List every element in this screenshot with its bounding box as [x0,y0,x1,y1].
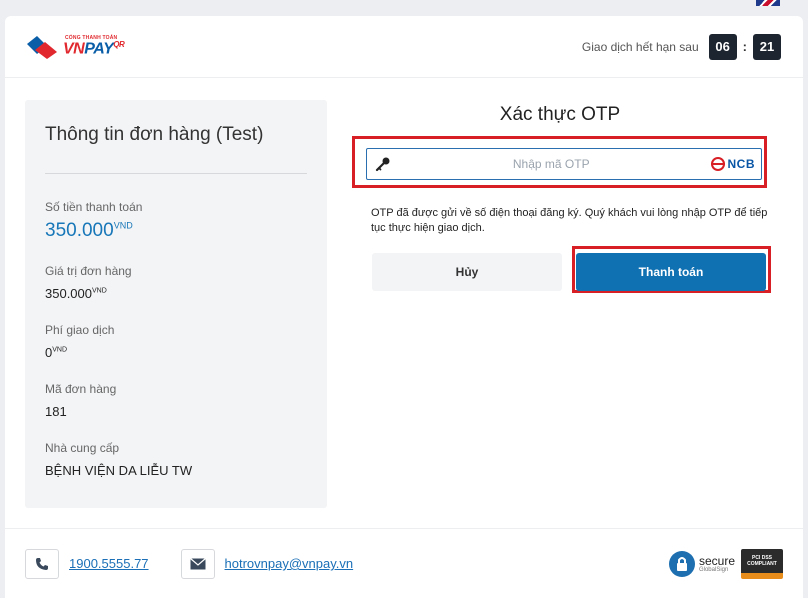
logo-pay: PAY [84,40,114,58]
logo-qr: QR [113,39,125,49]
email-link[interactable]: hotrovnpay@vnpay.vn [225,556,354,571]
fee-value: 0VND [45,345,307,360]
payment-card: CỔNG THANH TOÁN VNPAYQR Giao dịch hết hạ… [5,16,803,598]
pay-button[interactable]: Thanh toán [576,253,766,291]
ncb-logo-icon [710,157,725,171]
otp-note: OTP đã được gửi về số điện thoại đăng ký… [371,207,768,234]
logo-vn: VN [63,40,85,58]
ncb-bank-logo: NCB [710,157,756,171]
phone-contact: 1900.5555.77 [25,548,149,579]
order-value: 350.000VND [45,286,307,301]
globalsign-badge: secure GlobalSign [668,550,735,578]
amount-number: 350.000 [45,220,114,241]
fee-currency: VND [52,346,68,354]
order-divider [45,173,307,174]
timer-separator: : [742,39,747,54]
timer-seconds: 21 [753,33,781,60]
amount-value: 350.000VND [45,220,307,242]
order-value-label: Giá trị đơn hàng [45,264,132,278]
pci-line2: COMPLIANT [747,560,777,567]
logo-wordmark: VNPAYQR [63,39,125,58]
security-badges: secure GlobalSign PCI DSS COMPLIANT [668,548,783,579]
provider-label: Nhà cung cấp [45,441,120,455]
order-value-currency: VND [92,287,107,295]
cancel-button[interactable]: Hủy [372,253,562,291]
timer-label: Giao dịch hết hạn sau [581,39,699,54]
otp-input-wrapper[interactable]: NCB [366,148,762,180]
order-id-label: Mã đơn hàng [45,382,117,396]
pci-dss-badge: PCI DSS COMPLIANT [741,548,783,579]
order-value-number: 350.000 [45,286,92,301]
key-icon [375,155,393,173]
secure-text: secure [698,553,735,568]
phone-icon [25,548,59,579]
mail-icon [180,548,215,579]
lock-icon [668,550,695,577]
order-title: Thông tin đơn hàng (Test) [45,124,264,145]
phone-link[interactable]: 1900.5555.77 [69,556,149,571]
language-flag-icon[interactable] [756,0,780,6]
globalsign-text: GlobalSign [698,566,729,573]
otp-title: Xác thực OTP [499,104,621,125]
vnpay-logo: CỔNG THANH TOÁN VNPAYQR [25,34,125,60]
order-info-panel: Thông tin đơn hàng (Test) Số tiền thanh … [25,100,327,508]
provider-value: BỆNH VIỆN DA LIỄU TW [45,463,193,478]
vnpay-logo-icon [27,35,57,59]
timer-minutes: 06 [708,33,737,60]
amount-currency: VND [113,220,133,231]
footer: 1900.5555.77 hotrovnpay@vnpay.vn secure [5,528,803,598]
amount-label: Số tiền thanh toán [45,200,143,214]
header: CỔNG THANH TOÁN VNPAYQR Giao dịch hết hạ… [5,16,803,78]
otp-section: Xác thực OTP NCB OTP đã được gửi về số đ… [350,100,771,293]
fee-label: Phí giao dịch [45,323,115,337]
expiry-timer: Giao dịch hết hạn sau 06 : 21 [581,33,781,60]
email-contact: hotrovnpay@vnpay.vn [180,548,354,579]
order-id-value: 181 [45,404,67,419]
bank-name: NCB [727,157,755,171]
otp-input[interactable] [393,157,710,171]
